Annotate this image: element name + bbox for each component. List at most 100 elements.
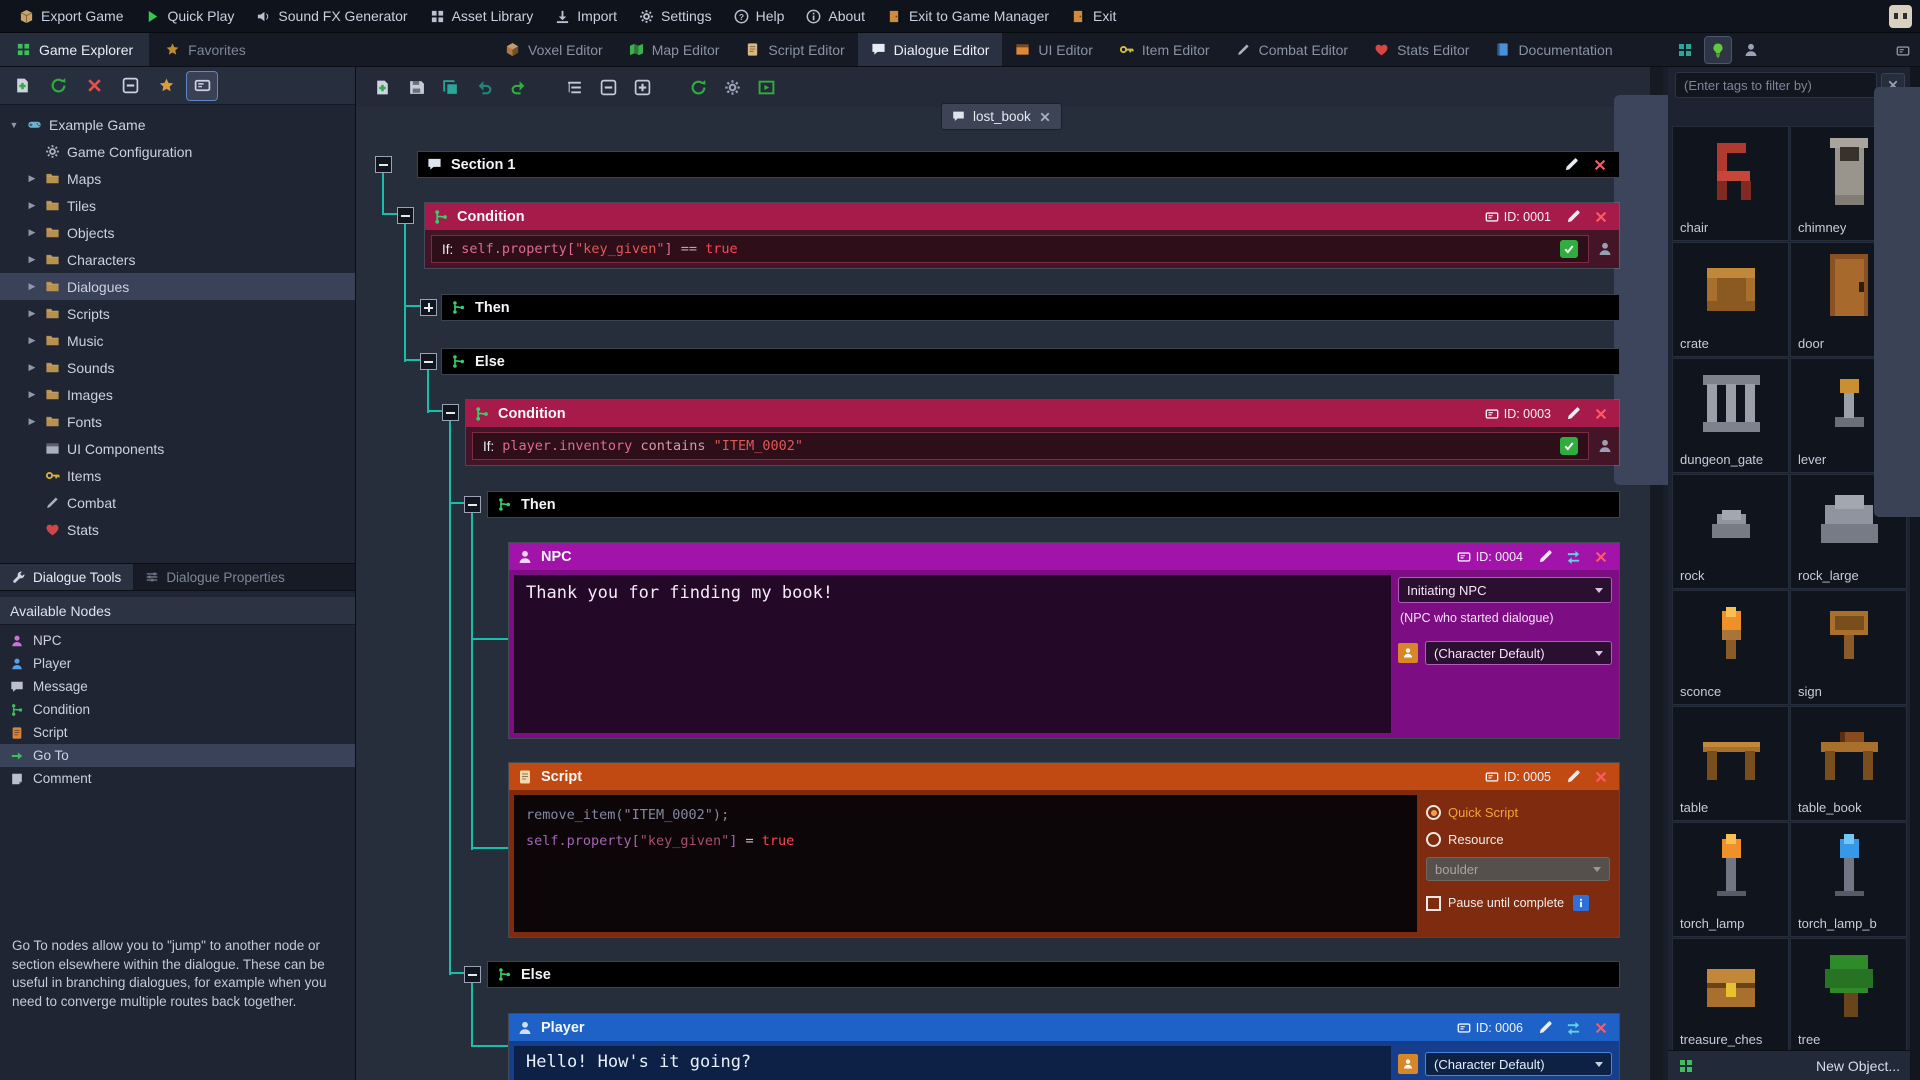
condition-node-0003[interactable]: Condition ID: 0003 If: player.inventory …	[465, 399, 1620, 466]
asset-sign[interactable]: sign	[1790, 590, 1907, 705]
tab-dialogue-editor[interactable]: Dialogue Editor	[858, 33, 1003, 66]
toggle-ids-button[interactable]	[187, 72, 217, 100]
asset-panel-scrollbar[interactable]	[1910, 67, 1920, 1080]
tab-dialogue-tools[interactable]: Dialogue Tools	[0, 564, 133, 590]
asset-torch-lamp-b[interactable]: torch_lamp_b	[1790, 822, 1907, 937]
player-node-0006[interactable]: Player ID: 0006 Hello! How's it going? (…	[508, 1013, 1620, 1080]
favorite-button[interactable]	[151, 72, 181, 100]
menu-exit-to-game-manager[interactable]: Exit to Game Manager	[876, 0, 1060, 32]
initiating-npc-dropdown[interactable]: Initiating NPC	[1398, 577, 1612, 603]
tree-item-images[interactable]: ▶Images	[0, 381, 355, 408]
node-type-npc[interactable]: NPC	[0, 629, 355, 652]
menu-asset-library[interactable]: Asset Library	[419, 0, 545, 32]
delete-node-button[interactable]	[1591, 1018, 1611, 1038]
document-tab-lost-book[interactable]: lost_book	[941, 103, 1062, 130]
expand-arrow-icon[interactable]: ▼	[8, 120, 20, 130]
tab-game-explorer[interactable]: Game Explorer	[0, 33, 149, 66]
edit-node-button[interactable]	[1535, 1018, 1555, 1038]
else-bar[interactable]: Else	[487, 961, 1620, 988]
delete-button[interactable]	[79, 72, 109, 100]
script-node-0005[interactable]: Script ID: 0005 remove_item("ITEM_0002")…	[508, 762, 1620, 938]
menu-settings[interactable]: Settings	[628, 0, 723, 32]
tree-item-combat[interactable]: Combat	[0, 489, 355, 516]
expand-toggle[interactable]	[420, 299, 437, 316]
expand-arrow-icon[interactable]: ▶	[26, 227, 38, 238]
asset-table-book[interactable]: table_book	[1790, 706, 1907, 821]
asset-crate[interactable]: crate	[1672, 242, 1789, 357]
expand-arrow-icon[interactable]: ▶	[26, 389, 38, 400]
asset-sconce[interactable]: sconce	[1672, 590, 1789, 705]
character-dropdown[interactable]: (Character Default)	[1425, 641, 1612, 665]
tab-favorites[interactable]: Favorites	[149, 33, 262, 66]
edit-section-button[interactable]	[1561, 155, 1581, 175]
expand-arrow-icon[interactable]: ▶	[26, 281, 38, 292]
then-bar[interactable]: Then	[487, 491, 1620, 518]
tree-item-maps[interactable]: ▶Maps	[0, 165, 355, 192]
delete-node-button[interactable]	[1591, 207, 1611, 227]
delete-node-button[interactable]	[1591, 404, 1611, 424]
menu-quick-play[interactable]: Quick Play	[134, 0, 245, 32]
tree-item-characters[interactable]: ▶Characters	[0, 246, 355, 273]
node-type-condition[interactable]: Condition	[0, 698, 355, 721]
collapse-all-button[interactable]	[115, 72, 145, 100]
node-type-script[interactable]: Script	[0, 721, 355, 744]
tab-stats-editor[interactable]: Stats Editor	[1361, 33, 1482, 66]
menu-sound-fx-generator[interactable]: Sound FX Generator	[245, 0, 418, 32]
collapse-toggle[interactable]	[375, 156, 392, 173]
expression-valid-checkbox[interactable]	[1560, 240, 1578, 258]
app-mascot-icon[interactable]	[1889, 5, 1912, 28]
condition-expression-row[interactable]: If: self.property["key_given"] == true	[431, 235, 1589, 263]
expand-arrow-icon[interactable]: ▶	[26, 173, 38, 184]
menu-exit[interactable]: Exit	[1060, 0, 1127, 32]
tree-item-sounds[interactable]: ▶Sounds	[0, 354, 355, 381]
asset-torch-lamp[interactable]: torch_lamp	[1672, 822, 1789, 937]
asset-tree[interactable]: tree	[1790, 938, 1907, 1053]
asset-rock[interactable]: rock	[1672, 474, 1789, 589]
tree-item-game-configuration[interactable]: Game Configuration	[0, 138, 355, 165]
new-object-bar[interactable]: New Object...	[1668, 1050, 1910, 1080]
menu-import[interactable]: Import	[544, 0, 628, 32]
refresh-button[interactable]	[43, 72, 73, 100]
tree-item-stats[interactable]: Stats	[0, 516, 355, 543]
condition-expression-row[interactable]: If: player.inventory contains "ITEM_0002…	[472, 432, 1589, 460]
character-context-icon[interactable]	[1597, 438, 1613, 454]
tree-item-scripts[interactable]: ▶Scripts	[0, 300, 355, 327]
menu-export-game[interactable]: Export Game	[8, 0, 134, 32]
delete-node-button[interactable]	[1591, 547, 1611, 567]
collapse-toggle[interactable]	[397, 207, 414, 224]
asset-treasure-ches[interactable]: treasure_ches	[1672, 938, 1789, 1053]
expand-arrow-icon[interactable]: ▶	[26, 416, 38, 427]
tree-item-dialogues[interactable]: ▶Dialogues	[0, 273, 355, 300]
canvas-scrollbar[interactable]	[1650, 67, 1663, 1080]
npc-dialogue-text[interactable]: Thank you for finding my book!	[514, 575, 1391, 733]
dialogue-canvas[interactable]: lost_book Section 1	[356, 67, 1650, 1080]
panel-tab-tiles[interactable]	[1705, 37, 1731, 63]
expand-arrow-icon[interactable]: ▶	[26, 200, 38, 211]
tab-voxel-editor[interactable]: Voxel Editor	[492, 33, 616, 66]
npc-node-0004[interactable]: NPC ID: 0004 Thank you for finding my bo…	[508, 542, 1620, 739]
expand-arrow-icon[interactable]: ▶	[26, 362, 38, 373]
collapse-toggle[interactable]	[464, 496, 481, 513]
script-code-area[interactable]: remove_item("ITEM_0002"); self.property[…	[514, 795, 1417, 932]
expression-valid-checkbox[interactable]	[1560, 437, 1578, 455]
asset-dungeon-gate[interactable]: dungeon_gate	[1672, 358, 1789, 473]
then-bar[interactable]: Then	[441, 294, 1620, 321]
edit-node-button[interactable]	[1563, 767, 1583, 787]
tree-item-music[interactable]: ▶Music	[0, 327, 355, 354]
tab-item-editor[interactable]: Item Editor	[1106, 33, 1223, 66]
character-context-icon[interactable]	[1597, 241, 1613, 257]
tree-item-tiles[interactable]: ▶Tiles	[0, 192, 355, 219]
tab-documentation[interactable]: Documentation	[1482, 33, 1625, 66]
edit-node-button[interactable]	[1535, 547, 1555, 567]
resource-radio[interactable]: Resource	[1426, 832, 1610, 847]
tab-map-editor[interactable]: Map Editor	[616, 33, 733, 66]
close-tab-icon[interactable]	[1039, 111, 1051, 123]
node-type-comment[interactable]: Comment	[0, 767, 355, 790]
expand-arrow-icon[interactable]: ▶	[26, 335, 38, 346]
character-dropdown[interactable]: (Character Default)	[1425, 1052, 1612, 1076]
asset-table[interactable]: table	[1672, 706, 1789, 821]
new-resource-button[interactable]	[7, 72, 37, 100]
collapse-toggle[interactable]	[420, 353, 437, 370]
tree-item-fonts[interactable]: ▶Fonts	[0, 408, 355, 435]
panel-tab-characters[interactable]	[1738, 37, 1764, 63]
